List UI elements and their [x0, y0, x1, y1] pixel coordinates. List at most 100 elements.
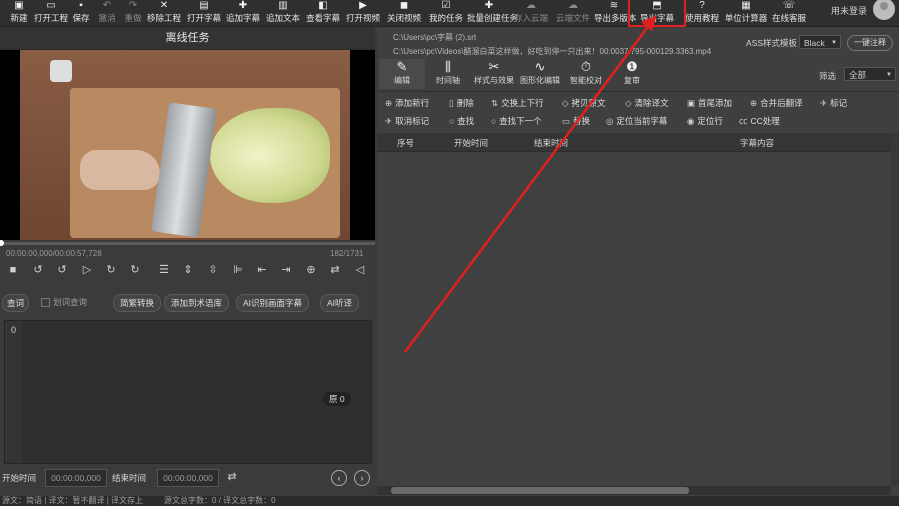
rewind-icon[interactable]: ↺ — [30, 262, 46, 278]
open-subtitle-icon: ▤ — [199, 0, 209, 11]
remove-project-button[interactable]: ✕ 移除工程 — [146, 0, 182, 26]
swap-rows-button[interactable]: ⇅ 交换上下行 — [491, 97, 544, 109]
subtitle-file-path[interactable]: C:\Users\pc\字幕 (2).srt — [393, 32, 476, 43]
tab-style-effect[interactable]: ✂ 样式与效果 — [471, 59, 517, 86]
tab-review[interactable]: ❶ 复审 — [609, 59, 655, 86]
convert-button[interactable]: 简繁转换 — [113, 294, 162, 312]
cloud-save-button[interactable]: ☁ 存入云端 — [513, 0, 549, 26]
view-subtitle-button[interactable]: ◧ 查看字幕 — [305, 0, 341, 26]
col-content[interactable]: 字幕内容 — [740, 137, 774, 149]
cc-icon: ㏄ — [739, 116, 748, 126]
fast-forward-icon[interactable]: ↻ — [127, 262, 143, 278]
horizontal-scrollbar[interactable] — [377, 486, 891, 495]
append-subtitle-button[interactable]: ✚ 追加字幕 — [225, 0, 261, 26]
add-row-button[interactable]: ⊕ 添加新行 — [385, 97, 429, 109]
chevron-down-icon: ▼ — [831, 40, 837, 46]
merge-icon[interactable]: ⇳ — [205, 262, 221, 278]
replace-button[interactable]: ▭ 替换 — [562, 115, 590, 127]
play-icon[interactable]: ▷ — [79, 262, 95, 278]
delete-button[interactable]: ▯ 删除 — [449, 97, 474, 109]
close-video-button[interactable]: ◼ 关闭视频 — [386, 0, 422, 26]
next-line-icon[interactable]: › — [354, 470, 370, 486]
find-button[interactable]: ○ 查找 — [449, 115, 474, 127]
append-text-button[interactable]: ▥ 追加文本 — [265, 0, 301, 26]
tab-timeline[interactable]: ⫼ 时间轴 — [425, 59, 471, 86]
one-key-annotate-button[interactable]: 一键注释 — [847, 35, 893, 51]
line-number: 0 — [11, 325, 17, 335]
redo-button[interactable]: ↷ 重做 — [123, 0, 143, 26]
volume-icon[interactable]: ◁ — [352, 262, 368, 278]
unmark-icon: ✈ — [385, 116, 393, 126]
prev-line-icon[interactable]: ‹ — [331, 470, 347, 486]
ass-template-value: Black — [804, 38, 825, 48]
col-index[interactable]: 序号 — [397, 137, 414, 149]
prefix-suffix-button[interactable]: ▣ 首尾添加 — [687, 97, 732, 109]
locate-current-button[interactable]: ◎ 定位当前字幕 — [606, 115, 667, 127]
subtitle-table[interactable] — [377, 152, 891, 488]
swap-time-icon[interactable]: ⇄ — [224, 469, 240, 485]
copy-source-icon: ◇ — [562, 98, 569, 108]
open-project-icon: ▭ — [46, 0, 56, 11]
tool-buttons: 查词 划词查询 简繁转换 添加到术语库 AI识别画面字幕 AI听译 — [0, 292, 375, 312]
open-subtitle-button[interactable]: ▤ 打开字幕 — [186, 0, 222, 26]
cloud-files-button[interactable]: ☁ 云端文件 — [555, 0, 591, 26]
prev-icon[interactable]: ⇤ — [254, 262, 270, 278]
tab-edit[interactable]: ✎ 编辑 — [379, 59, 425, 89]
undo-button[interactable]: ↶ 撤消 — [97, 0, 117, 26]
append-text-icon: ▥ — [278, 0, 288, 11]
lookup-button[interactable]: 查词 — [2, 294, 30, 312]
support-button[interactable]: ☏ 在线客服 — [771, 0, 807, 26]
col-end[interactable]: 结束时间 — [534, 137, 568, 149]
word-lookup-checkbox[interactable] — [41, 298, 50, 307]
mark-button[interactable]: ✈ 标记 — [820, 97, 847, 109]
user-login-label[interactable]: 用未登录 — [831, 4, 867, 17]
chevron-down-icon: ▼ — [886, 72, 892, 78]
avatar[interactable] — [873, 0, 895, 20]
new-button[interactable]: ▣ 新建 — [9, 0, 29, 26]
save-button[interactable]: ▪ 保存 — [71, 0, 91, 26]
copy-source-button[interactable]: ◇ 拷贝原文 — [562, 97, 606, 109]
video-progress-bar[interactable] — [0, 240, 375, 246]
ai-ocr-button[interactable]: AI识别画面字幕 — [236, 294, 310, 312]
tutorial-button[interactable]: ? 使用教程 — [684, 0, 720, 26]
open-project-button[interactable]: ▭ 打开工程 — [33, 0, 69, 26]
align-icon[interactable]: ☰ — [156, 262, 172, 278]
cc-button[interactable]: ㏄ CC处理 — [739, 115, 780, 127]
subtitle-editor[interactable]: 0 — [4, 320, 372, 464]
clear-translation-icon: ◇ — [625, 98, 632, 108]
scroll-thumb[interactable] — [391, 487, 689, 494]
progress-handle[interactable] — [0, 240, 4, 246]
my-tasks-button[interactable]: ☑ 我的任务 — [428, 0, 464, 26]
calculator-button[interactable]: ▦ 单位计算器 — [724, 0, 768, 26]
find-next-icon: ○ — [491, 116, 497, 126]
vertical-scrollbar[interactable] — [891, 133, 899, 486]
video-file-path[interactable]: C:\Users\pc\Videos\醋溜白菜这样做，好吃到停一只出来！00:0… — [393, 46, 711, 57]
ass-template-select[interactable]: Black ▼ — [799, 35, 841, 49]
stop-icon[interactable]: ■ — [5, 262, 21, 278]
end-time-field[interactable]: 00:00:00,000 — [157, 469, 219, 487]
split-icon[interactable]: ⇕ — [180, 262, 196, 278]
unmark-button[interactable]: ✈ 取消标记 — [385, 115, 429, 127]
loop-icon[interactable]: ⇄ — [327, 262, 343, 278]
back-icon[interactable]: ↺ — [54, 262, 70, 278]
merge-translate-button[interactable]: ⊕ 合并后翻译 — [750, 97, 803, 109]
target-icon[interactable]: ⊕ — [303, 262, 319, 278]
align-left-icon[interactable]: ⊫ — [230, 262, 246, 278]
next-icon[interactable]: ⇥ — [278, 262, 294, 278]
tab-smart-check[interactable]: ⏱ 智能校对 — [563, 59, 609, 86]
filter-select[interactable]: 全部 ▼ — [844, 67, 896, 81]
right-panel: C:\Users\pc\字幕 (2).srt C:\Users\pc\Video… — [377, 27, 899, 496]
locate-row-button[interactable]: ◉ 定位行 — [687, 115, 723, 127]
video-preview[interactable] — [0, 50, 375, 240]
add-term-button[interactable]: 添加到术语库 — [164, 294, 230, 312]
tab-graph-edit[interactable]: ∿ 图形化编辑 — [517, 59, 563, 86]
batch-task-button[interactable]: ✚ 批量创建任务 — [467, 0, 518, 26]
start-time-field[interactable]: 00:00:00,000 — [45, 469, 107, 487]
find-next-button[interactable]: ○ 查找下一个 — [491, 115, 542, 127]
prefix-suffix-icon: ▣ — [687, 98, 696, 108]
forward-icon[interactable]: ↻ — [103, 262, 119, 278]
col-start[interactable]: 开始时间 — [454, 137, 488, 149]
open-video-button[interactable]: ▶ 打开视频 — [345, 0, 381, 26]
clear-translation-button[interactable]: ◇ 清除译文 — [625, 97, 669, 109]
ai-listen-button[interactable]: AI听译 — [320, 294, 360, 312]
